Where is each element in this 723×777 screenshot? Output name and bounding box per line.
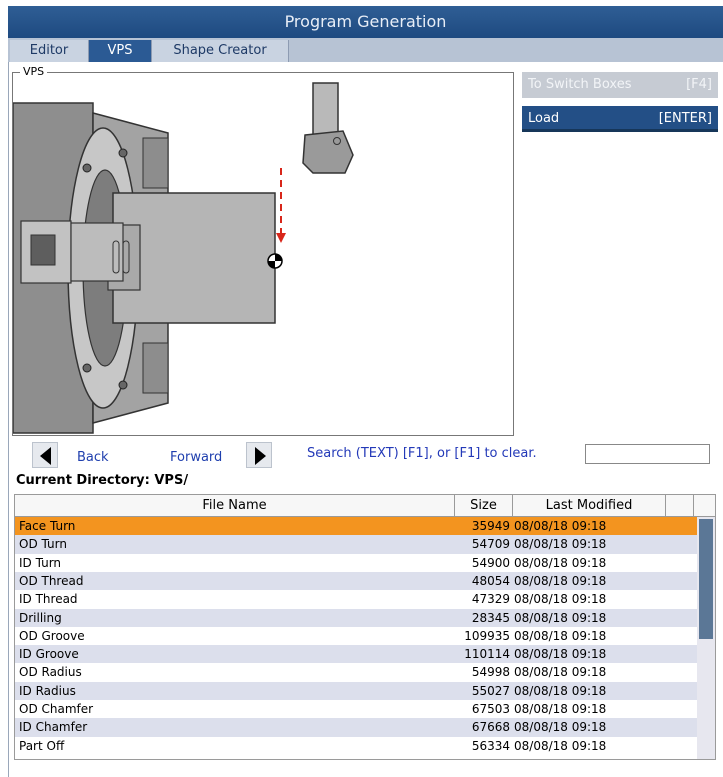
- last-modified-cell: 08/08/18 09:18: [514, 738, 607, 753]
- file-size-cell: 110114: [464, 647, 510, 662]
- table-row[interactable]: OD Turn 54709 08/08/18 09:18: [15, 535, 697, 554]
- table-row[interactable]: OD Groove 109935 08/08/18 09:18: [15, 627, 697, 645]
- vertical-scrollbar[interactable]: [697, 517, 715, 759]
- last-modified-cell: 08/08/18 09:18: [514, 519, 607, 533]
- last-modified-cell: 08/08/18 09:18: [514, 647, 607, 662]
- file-size-cell: 35949: [471, 519, 510, 533]
- column-header-size[interactable]: Size: [455, 495, 513, 516]
- table-row[interactable]: OD Thread 48054 08/08/18 09:18: [15, 571, 697, 591]
- table-header: File Name Size Last Modified: [15, 495, 715, 517]
- tab-vps[interactable]: VPS: [89, 40, 152, 62]
- file-size-cell: 48054: [471, 573, 510, 588]
- file-name-cell: OD Groove: [19, 628, 85, 643]
- column-header-spacer: [666, 495, 694, 516]
- tab-bar: Editor VPS Shape Creator: [8, 38, 723, 62]
- last-modified-cell: 08/08/18 09:18: [514, 573, 607, 588]
- file-name-cell: OD Chamfer: [19, 702, 94, 716]
- vps-preview-panel: [12, 72, 514, 436]
- file-name-cell: ID Radius: [19, 683, 76, 698]
- back-link[interactable]: Back: [77, 450, 109, 465]
- file-name-cell: ID Thread: [19, 592, 78, 607]
- last-modified-cell: 08/08/18 09:18: [514, 665, 607, 680]
- table-row[interactable]: Drilling 28345 08/08/18 09:18: [15, 608, 697, 627]
- file-size-cell: 54900: [471, 555, 510, 570]
- file-size-cell: 109935: [464, 628, 510, 643]
- file-name-cell: ID Groove: [19, 647, 79, 662]
- search-input[interactable]: [585, 444, 710, 464]
- last-modified-cell: 08/08/18 09:18: [514, 592, 607, 607]
- file-table: File Name Size Last Modified Face Turn 35…: [14, 494, 716, 760]
- current-directory: Current Directory: VPS/: [16, 473, 189, 488]
- file-size-cell: 67668: [471, 720, 510, 735]
- table-row[interactable]: ID Thread 47329 08/08/18 09:18: [15, 590, 697, 608]
- back-arrow-button[interactable]: [32, 442, 58, 468]
- last-modified-cell: 08/08/18 09:18: [514, 702, 607, 716]
- switch-boxes-key: [F4]: [686, 77, 712, 92]
- arrow-left-icon: [40, 447, 51, 465]
- last-modified-cell: 08/08/18 09:18: [514, 720, 607, 735]
- table-row[interactable]: OD Radius 54998 08/08/18 09:18: [15, 663, 697, 681]
- tab-shape-creator[interactable]: Shape Creator: [152, 40, 289, 62]
- forward-link[interactable]: Forward: [170, 450, 222, 465]
- window-title-bar: Program Generation: [8, 6, 723, 38]
- file-size-cell: 54709: [471, 537, 510, 552]
- file-size-cell: 28345: [471, 610, 510, 625]
- file-name-cell: Face Turn: [19, 519, 76, 533]
- column-header-file-name[interactable]: File Name: [15, 495, 455, 516]
- last-modified-cell: 08/08/18 09:18: [514, 683, 607, 698]
- table-row[interactable]: ID Radius 55027 08/08/18 09:18: [15, 681, 697, 700]
- tab-editor[interactable]: Editor: [10, 40, 89, 62]
- table-row[interactable]: Part Off 56334 08/08/18 09:18: [15, 737, 697, 755]
- last-modified-cell: 08/08/18 09:18: [514, 537, 607, 552]
- switch-boxes-button[interactable]: To Switch Boxes [F4]: [522, 72, 718, 98]
- load-key: [ENTER]: [658, 111, 712, 126]
- file-name-cell: OD Turn: [19, 537, 67, 552]
- file-size-cell: 56334: [471, 738, 510, 753]
- switch-boxes-label: To Switch Boxes: [528, 77, 632, 92]
- file-name-cell: OD Radius: [19, 665, 82, 680]
- table-row[interactable]: OD Chamfer 67503 08/08/18 09:18: [15, 700, 697, 718]
- navigation-row: Back Forward Search (TEXT) [F1], or [F1]…: [12, 442, 717, 470]
- file-name-cell: ID Turn: [19, 555, 62, 570]
- file-name-cell: Drilling: [19, 610, 62, 625]
- file-name-cell: ID Chamfer: [19, 720, 88, 735]
- column-header-last-modified[interactable]: Last Modified: [513, 495, 666, 516]
- file-name-cell: OD Thread: [19, 573, 84, 588]
- last-modified-cell: 08/08/18 09:18: [514, 555, 607, 570]
- lathe-preview-image: [12, 73, 513, 435]
- table-row[interactable]: ID Groove 110114 08/08/18 09:18: [15, 645, 697, 664]
- last-modified-cell: 08/08/18 09:18: [514, 628, 607, 643]
- search-hint: Search (TEXT) [F1], or [F1] to clear.: [307, 446, 537, 461]
- file-name-cell: Part Off: [19, 738, 65, 753]
- table-row[interactable]: ID Turn 54900 08/08/18 09:18: [15, 554, 697, 572]
- load-button[interactable]: Load [ENTER]: [522, 106, 718, 132]
- table-row[interactable]: Face Turn 35949 08/08/18 09:18: [15, 517, 697, 536]
- load-label: Load: [528, 111, 560, 126]
- file-size-cell: 54998: [471, 665, 510, 680]
- file-size-cell: 67503: [471, 702, 510, 716]
- window-title: Program Generation: [284, 12, 447, 31]
- table-row[interactable]: ID Chamfer 67668 08/08/18 09:18: [15, 718, 697, 737]
- vps-panel-legend: VPS: [20, 65, 48, 78]
- file-size-cell: 55027: [471, 683, 510, 698]
- scrollbar-thumb[interactable]: [699, 519, 713, 639]
- last-modified-cell: 08/08/18 09:18: [514, 610, 607, 625]
- forward-arrow-button[interactable]: [246, 442, 272, 468]
- arrow-right-icon: [255, 447, 266, 465]
- file-size-cell: 47329: [471, 592, 510, 607]
